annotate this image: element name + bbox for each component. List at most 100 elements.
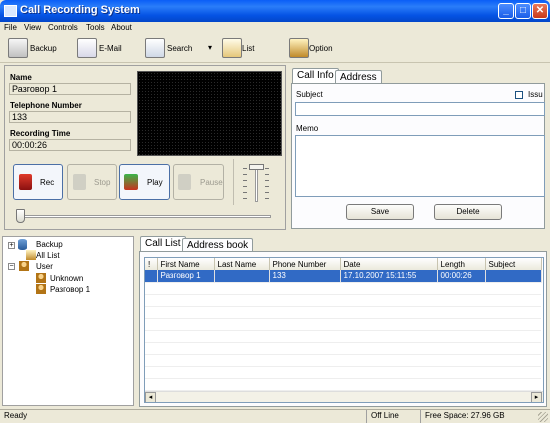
user-expander[interactable]: − <box>8 263 15 270</box>
column-last-name[interactable]: Last Name <box>214 258 270 270</box>
search-label: Search <box>167 44 193 53</box>
issue-label: Issu <box>528 90 543 99</box>
rec-button[interactable]: Rec <box>13 164 63 200</box>
call-list-body: ! First Name Last Name Phone Number Date… <box>139 251 547 407</box>
email-button[interactable]: E-Mail <box>77 38 127 60</box>
call-list-panel: Call List Address book ! First Name Last… <box>138 236 548 408</box>
option-label: Option <box>309 44 333 53</box>
search-dropdown-arrow[interactable]: ▾ <box>208 43 212 52</box>
cell-date: 17.10.2007 15:11:55 <box>340 270 438 283</box>
volume-slider[interactable] <box>237 162 275 206</box>
call-list-table: ! First Name Last Name Phone Number Date… <box>144 257 544 403</box>
unknown-user-icon <box>36 273 46 283</box>
tree-item-all-list[interactable]: All List <box>36 251 60 260</box>
play-icon <box>124 174 138 190</box>
tab-address-book[interactable]: Address book <box>182 238 254 251</box>
tab-call-info[interactable]: Call Info <box>292 68 339 83</box>
tree-item-conversation[interactable]: Разговор 1 <box>50 285 90 294</box>
scroll-right-button[interactable]: ▸ <box>531 392 542 402</box>
subject-input[interactable] <box>295 102 545 116</box>
play-button[interactable]: Play <box>119 164 170 200</box>
list-button[interactable]: List <box>222 38 262 60</box>
play-label: Play <box>147 178 163 187</box>
name-field: Разговор 1 <box>9 83 131 95</box>
subject-label: Subject <box>296 90 323 99</box>
tab-address[interactable]: Address <box>335 70 382 83</box>
tree-item-user[interactable]: User <box>36 262 53 271</box>
status-line: Off Line <box>366 410 418 423</box>
record-icon <box>19 174 32 190</box>
backup-button[interactable]: Backup <box>8 38 58 60</box>
backup-expander[interactable]: + <box>8 242 15 249</box>
recording-time-field: 00:00:26 <box>9 139 131 151</box>
minimize-button[interactable]: _ <box>498 3 514 19</box>
scroll-left-button[interactable]: ◂ <box>145 392 156 402</box>
menu-controls[interactable]: Controls <box>48 23 78 32</box>
cell-phone: 133 <box>269 270 341 283</box>
issue-checkbox[interactable] <box>515 91 523 99</box>
menu-file[interactable]: File <box>4 23 17 32</box>
stop-button[interactable]: Stop <box>67 164 117 200</box>
column-length[interactable]: Length <box>437 258 486 270</box>
cell-subject <box>485 270 542 283</box>
status-ready: Ready <box>4 411 28 420</box>
close-button[interactable]: ✕ <box>532 3 548 19</box>
stop-label: Stop <box>94 178 111 187</box>
column-phone-number[interactable]: Phone Number <box>269 258 341 270</box>
pause-icon <box>178 174 191 190</box>
horizontal-scrollbar[interactable]: ◂ ▸ <box>145 391 543 402</box>
telephone-label: Telephone Number <box>10 101 82 110</box>
backup-label: Backup <box>30 44 57 53</box>
cell-first-name: Разговор 1 <box>157 270 215 283</box>
resize-grip[interactable] <box>538 412 548 422</box>
tab-call-list[interactable]: Call List <box>140 236 186 251</box>
tree-item-backup[interactable]: Backup <box>36 240 63 249</box>
database-icon <box>18 239 27 250</box>
column-subject[interactable]: Subject <box>485 258 542 270</box>
menu-about[interactable]: About <box>111 23 132 32</box>
memo-label: Memo <box>296 124 319 133</box>
search-icon <box>145 38 165 58</box>
column-first-name[interactable]: First Name <box>157 258 215 270</box>
stop-icon <box>73 174 86 190</box>
list-icon <box>222 38 242 58</box>
delete-button[interactable]: Delete <box>434 204 502 220</box>
waveform-display <box>137 71 282 156</box>
column-flag[interactable]: ! <box>145 258 158 270</box>
table-row[interactable]: Разговор 1 133 17.10.2007 15:11:55 00:00… <box>145 270 542 283</box>
recording-panel: Name Разговор 1 Telephone Number 133 Rec… <box>4 65 286 230</box>
table-header: ! First Name Last Name Phone Number Date… <box>145 258 542 270</box>
position-track[interactable] <box>19 215 271 218</box>
save-button[interactable]: Save <box>346 204 414 220</box>
menu-tools[interactable]: Tools <box>86 23 105 32</box>
conversation-user-icon <box>36 284 46 294</box>
call-info-body: Subject Issu Memo Save Delete <box>291 83 545 229</box>
user-icon <box>19 261 29 271</box>
name-label: Name <box>10 73 32 82</box>
title-bar: Call Recording System _ □ ✕ <box>0 0 550 22</box>
slider-divider <box>233 159 234 205</box>
menu-view[interactable]: View <box>24 23 41 32</box>
telephone-field: 133 <box>9 111 131 123</box>
empty-rows <box>145 283 541 391</box>
volume-slider-thumb[interactable] <box>249 164 264 170</box>
pause-button[interactable]: Pause <box>173 164 224 200</box>
position-slider-thumb[interactable] <box>16 209 25 223</box>
tree-item-unknown[interactable]: Unknown <box>50 274 83 283</box>
all-list-icon <box>26 250 36 260</box>
search-button[interactable]: Search ▾ <box>145 38 220 60</box>
recording-time-label: Recording Time <box>10 129 71 138</box>
window-title: Call Recording System <box>20 4 140 16</box>
column-date[interactable]: Date <box>340 258 438 270</box>
maximize-button[interactable]: □ <box>515 3 531 19</box>
memo-textarea[interactable] <box>295 135 545 197</box>
rec-label: Rec <box>40 178 55 187</box>
option-icon <box>289 38 309 58</box>
status-free-space: Free Space: 27.96 GB <box>420 410 538 423</box>
email-label: E-Mail <box>99 44 122 53</box>
pause-label: Pause <box>200 178 223 187</box>
app-icon <box>4 5 17 17</box>
cell-length: 00:00:26 <box>437 270 486 283</box>
cell-last-name <box>214 270 270 283</box>
option-button[interactable]: Option <box>289 38 339 60</box>
